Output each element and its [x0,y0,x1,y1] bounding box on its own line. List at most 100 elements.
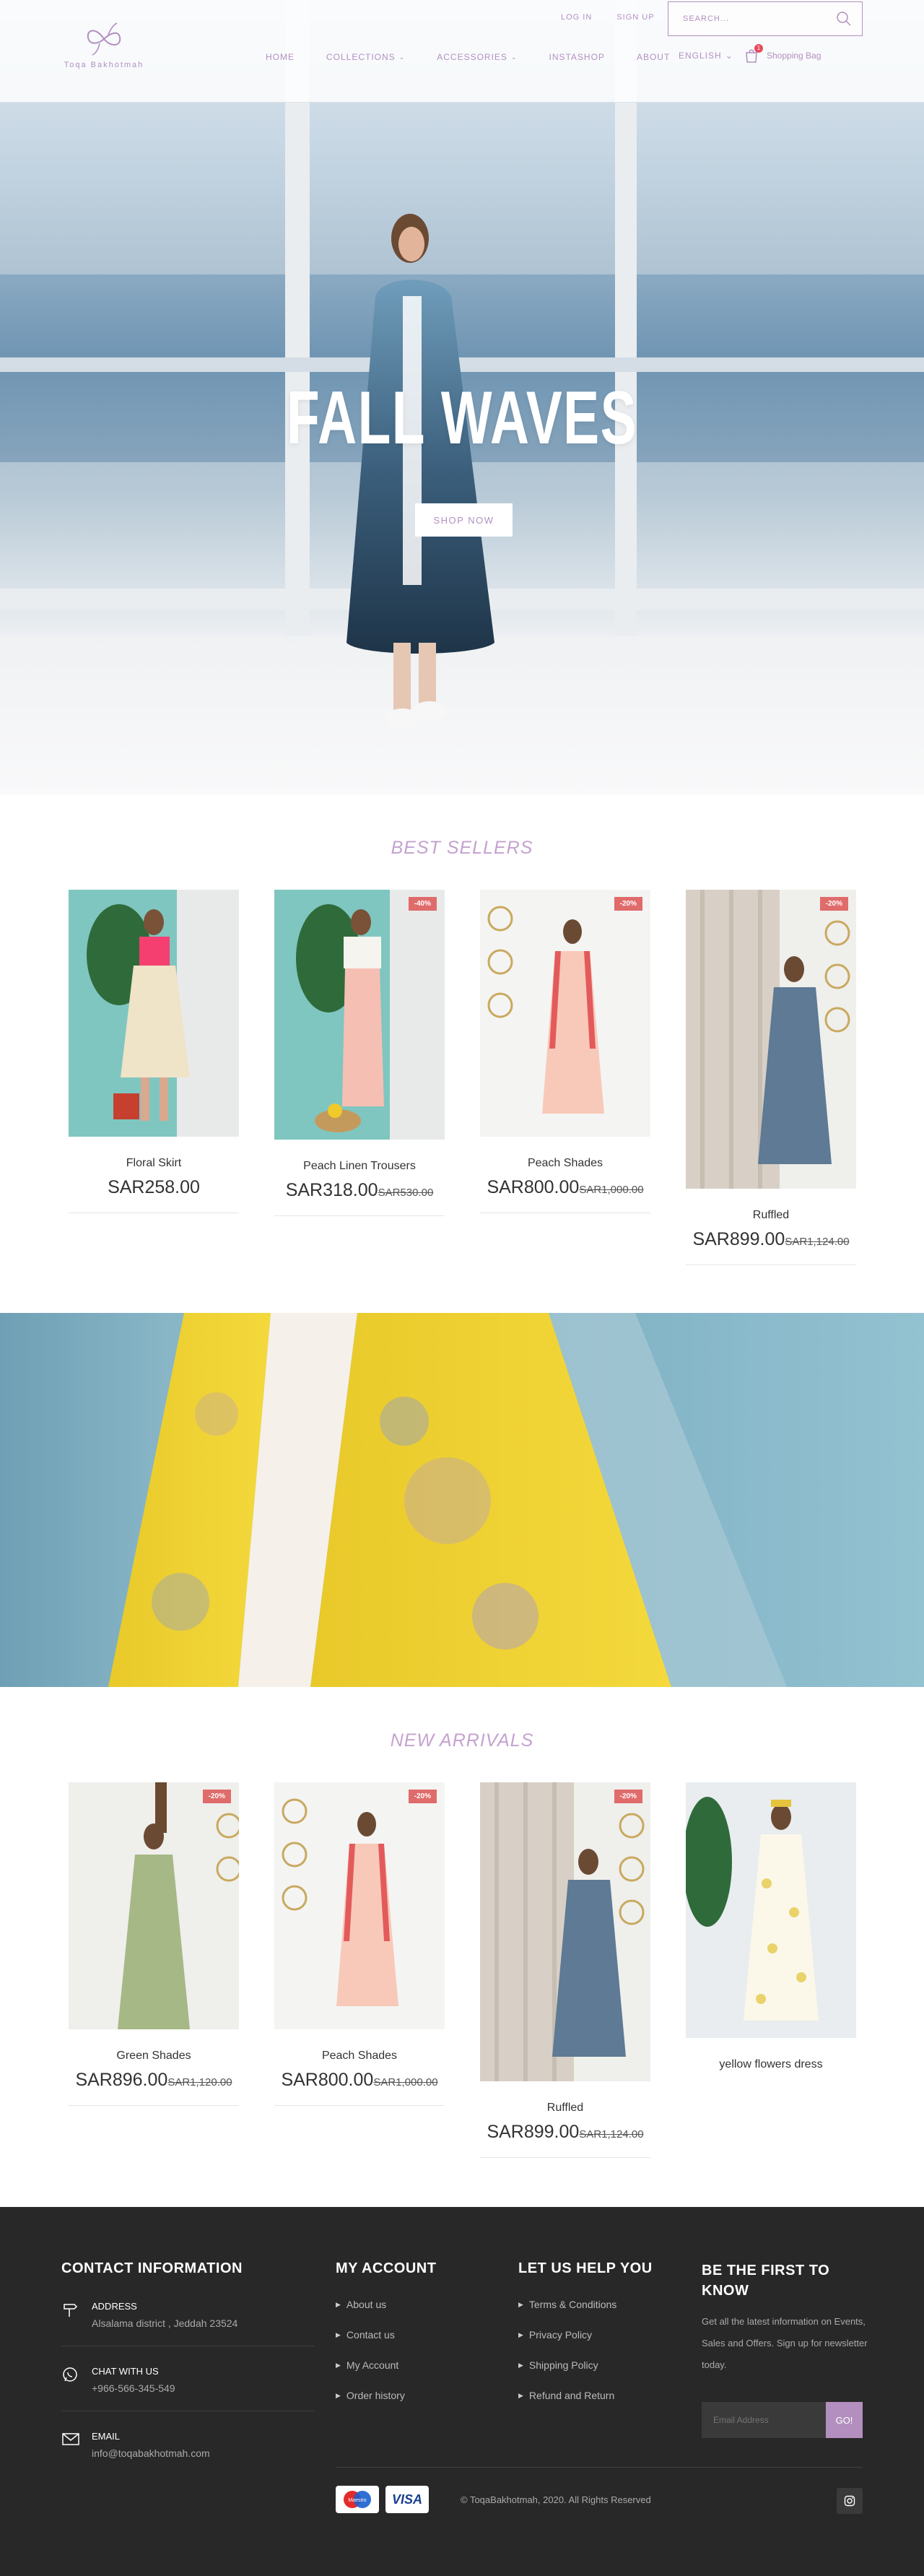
product-image[interactable]: -20% [686,890,856,1189]
section-title: NEW ARRIVALS [390,1730,534,1751]
newsletter-title: BE THE FIRST TO KNOW [702,2260,829,2301]
footer-link[interactable]: ▶ Order history [336,2380,405,2411]
caret-right-icon: ▶ [336,2361,341,2369]
product-image[interactable]: -20% [480,890,650,1137]
product-price: SAR896.00SAR1,120.00 [69,2070,239,2091]
current-price: SAR896.00 [75,2070,168,2090]
old-price: SAR1,000.00 [579,1184,644,1196]
product-card[interactable]: -20% Peach Shades SAR800.00SAR1,000.00 [480,890,650,1213]
logo-text: Toqa Bakhotmah [64,61,144,69]
nav-accessories[interactable]: ACCESSORIES ⌄ [437,52,517,62]
nav-instashop-label: INSTASHOP [549,52,605,62]
bag-label: Shopping Bag [767,51,821,61]
search-icon[interactable] [836,11,852,30]
footer-link[interactable]: ▶ Privacy Policy [518,2320,616,2350]
site-header: Toqa Bakhotmah LOG IN SIGN UP HOME COLLE… [0,0,924,103]
main-nav: HOME COLLECTIONS ⌄ ACCESSORIES ⌄ INSTASHOP… [266,52,702,62]
login-link[interactable]: LOG IN [561,13,592,22]
product-name[interactable]: Peach Shades [274,2050,445,2063]
caret-right-icon: ▶ [336,2391,341,2399]
old-price: SAR1,120.00 [167,2076,232,2089]
email-label: EMAIL [92,2431,121,2442]
discount-badge: -20% [614,1790,642,1803]
link-label: Privacy Policy [528,2329,593,2341]
newsletter-form: GO! [702,2402,863,2438]
search-input[interactable] [668,2,820,35]
caret-right-icon: ▶ [518,2330,523,2338]
newsletter-title-line: BE THE FIRST TO [702,2263,830,2278]
product-image[interactable] [69,890,239,1137]
footer-link[interactable]: ▶ Contact us [336,2320,405,2350]
old-price: SAR530.00 [378,1187,434,1199]
nav-home[interactable]: HOME [266,52,295,62]
chat-value[interactable]: +966-566-345-549 [92,2382,314,2394]
product-name[interactable]: Floral Skirt [69,1157,239,1170]
hero-banner: FALL WAVES SHOP NOW [0,0,924,794]
product-name[interactable]: Green Shades [69,2050,239,2063]
shopping-bag[interactable]: 1 Shopping Bag [744,44,821,64]
product-price: SAR318.00SAR530.00 [274,1180,445,1201]
product-card[interactable]: -40% Peach Linen Trousers SAR318.00SAR53… [274,890,445,1216]
product-image[interactable]: -40% [274,890,445,1140]
instagram-icon[interactable] [837,2488,863,2514]
footer-link[interactable]: ▶ Refund and Return [518,2380,616,2411]
discount-badge: -20% [202,1790,231,1803]
nav-about[interactable]: ABOUT [637,52,670,62]
old-price: SAR1,000.00 [373,2076,438,2089]
contact-title: CONTACT INFORMATION [61,2260,243,2276]
best-sellers-section: BEST SELLERS Floral Skirt SAR258.00 -40%… [0,794,924,1313]
address-block: ADDRESS Alsalama district , Jeddah 23524 [61,2301,314,2329]
product-image[interactable]: -20% [480,1782,650,2081]
nav-instashop[interactable]: INSTASHOP [549,52,604,62]
product-name[interactable]: yellow flowers dress [686,2058,856,2071]
current-price: SAR800.00 [487,1177,580,1197]
chevron-down-icon: ⌄ [725,51,733,61]
product-name[interactable]: Peach Linen Trousers [274,1160,445,1173]
chevron-down-icon: ⌄ [510,53,518,61]
nav-collections[interactable]: COLLECTIONS ⌄ [326,52,405,62]
newsletter-submit-button[interactable]: GO! [826,2402,863,2438]
newsletter-text: Get all the latest information on Events… [702,2316,868,2370]
product-name[interactable]: Ruffled [480,2102,650,2115]
product-card[interactable]: -20% Peach Shades SAR800.00SAR1,000.00 [274,1782,445,2106]
link-label: Order history [346,2390,405,2401]
product-card[interactable]: -20% Ruffled SAR899.00SAR1,124.00 [480,1782,650,2158]
newsletter-email-input[interactable] [702,2402,826,2438]
product-price: SAR258.00 [69,1177,239,1198]
brand-logo[interactable]: Toqa Bakhotmah [61,22,147,69]
link-label: Contact us [346,2329,395,2341]
product-image[interactable]: -20% [69,1782,239,2029]
divider [336,2467,863,2468]
product-card[interactable]: yellow flowers dress [686,1782,856,2071]
divider [274,2105,445,2106]
footer-link[interactable]: ▶ About us [336,2289,405,2320]
product-name[interactable]: Ruffled [686,1209,856,1222]
maestro-payment-icon: Maestro [336,2486,379,2513]
product-card[interactable]: -20% Ruffled SAR899.00SAR1,124.00 [686,890,856,1265]
divider [480,2157,650,2158]
footer-link[interactable]: ▶ Shipping Policy [518,2350,616,2380]
copyright: © ToqaBakhotmah, 2020. All Rights Reserv… [461,2494,651,2505]
product-card[interactable]: Floral Skirt SAR258.00 [69,890,239,1213]
chevron-down-icon: ⌄ [398,53,406,61]
email-value[interactable]: info@toqabakhotmah.com [92,2447,314,2459]
product-card[interactable]: -20% Green Shades SAR896.00SAR1,120.00 [69,1782,239,2106]
product-image[interactable]: -20% [274,1782,445,2029]
bag-count-badge: 1 [754,44,763,53]
email-block: EMAIL info@toqabakhotmah.com [61,2431,314,2459]
footer-link[interactable]: ▶ My Account [336,2350,405,2380]
envelope-icon [61,2431,80,2450]
product-name[interactable]: Peach Shades [480,1157,650,1170]
caret-right-icon: ▶ [518,2361,523,2369]
signup-link[interactable]: SIGN UP [616,13,654,22]
product-image[interactable] [686,1782,856,2038]
help-title: LET US HELP YOU [518,2260,653,2276]
visa-payment-icon: VISA [385,2486,429,2513]
language-selector[interactable]: ENGLISH ⌄ [679,51,733,61]
footer-link[interactable]: ▶ Terms & Conditions [518,2289,616,2320]
help-links: ▶ Terms & Conditions ▶ Privacy Policy ▶ Shi… [518,2289,616,2411]
discount-badge: -20% [819,897,848,911]
caret-right-icon: ▶ [336,2300,341,2308]
shop-now-button[interactable]: SHOP NOW [415,503,513,537]
product-price: SAR800.00SAR1,000.00 [274,2070,445,2091]
